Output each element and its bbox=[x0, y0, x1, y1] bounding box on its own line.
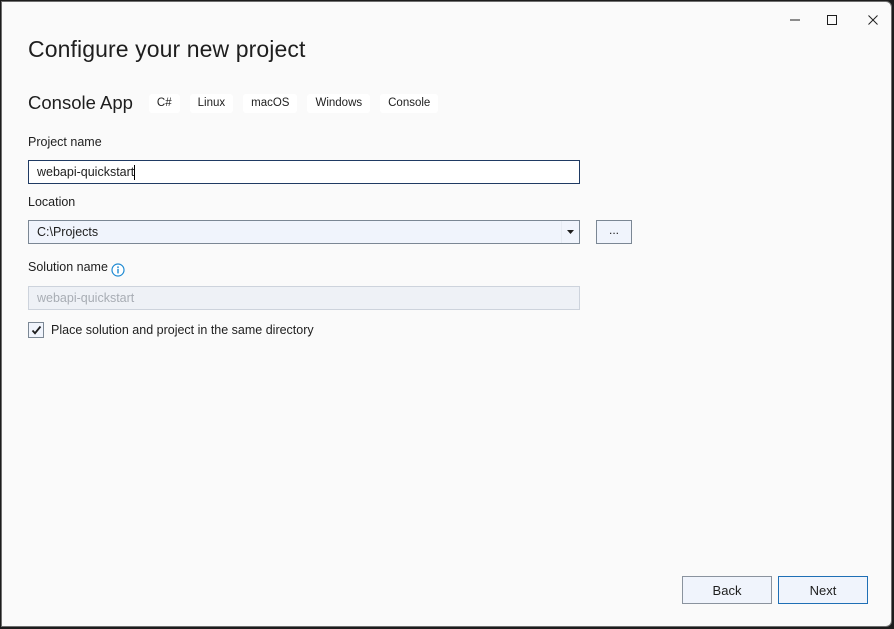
project-name-input[interactable]: webapi-quickstart bbox=[28, 160, 580, 184]
template-name: Console App bbox=[28, 92, 133, 113]
checkmark-icon bbox=[31, 325, 41, 335]
solution-name-input: webapi-quickstart bbox=[28, 286, 580, 310]
same-directory-option[interactable]: Place solution and project in the same d… bbox=[28, 321, 314, 339]
info-icon[interactable] bbox=[111, 263, 125, 277]
tag-project-type: Console bbox=[380, 93, 439, 113]
template-info: Console App C# Linux macOS Windows Conso… bbox=[28, 91, 448, 115]
location-combobox[interactable]: C:\Projects bbox=[28, 220, 580, 244]
tag-platform-windows: Windows bbox=[307, 93, 371, 113]
close-button[interactable] bbox=[855, 7, 891, 33]
configure-project-dialog: Configure your new project Console App C… bbox=[1, 1, 892, 627]
location-value: C:\Projects bbox=[37, 225, 99, 239]
maximize-button[interactable] bbox=[814, 7, 850, 33]
next-button[interactable]: Next bbox=[778, 576, 868, 604]
close-icon bbox=[868, 15, 878, 25]
minimize-icon bbox=[790, 19, 800, 21]
location-dropdown-toggle[interactable] bbox=[561, 221, 579, 243]
chevron-down-icon bbox=[567, 230, 574, 234]
page-title: Configure your new project bbox=[28, 36, 306, 62]
same-directory-label: Place solution and project in the same d… bbox=[51, 323, 314, 337]
back-button[interactable]: Back bbox=[682, 576, 772, 604]
tag-platform-macos: macOS bbox=[243, 93, 298, 113]
project-name-value: webapi-quickstart bbox=[37, 165, 135, 179]
minimize-button[interactable] bbox=[777, 7, 813, 33]
tag-platform-linux: Linux bbox=[189, 93, 234, 113]
solution-name-label: Solution name bbox=[28, 260, 108, 274]
project-name-label: Project name bbox=[28, 135, 102, 149]
location-label: Location bbox=[28, 195, 76, 209]
same-directory-checkbox[interactable] bbox=[28, 322, 44, 338]
tag-language: C# bbox=[148, 93, 180, 113]
solution-name-value: webapi-quickstart bbox=[37, 291, 135, 305]
browse-location-button[interactable]: ... bbox=[596, 220, 632, 244]
maximize-icon bbox=[827, 15, 837, 25]
text-caret bbox=[134, 165, 136, 181]
